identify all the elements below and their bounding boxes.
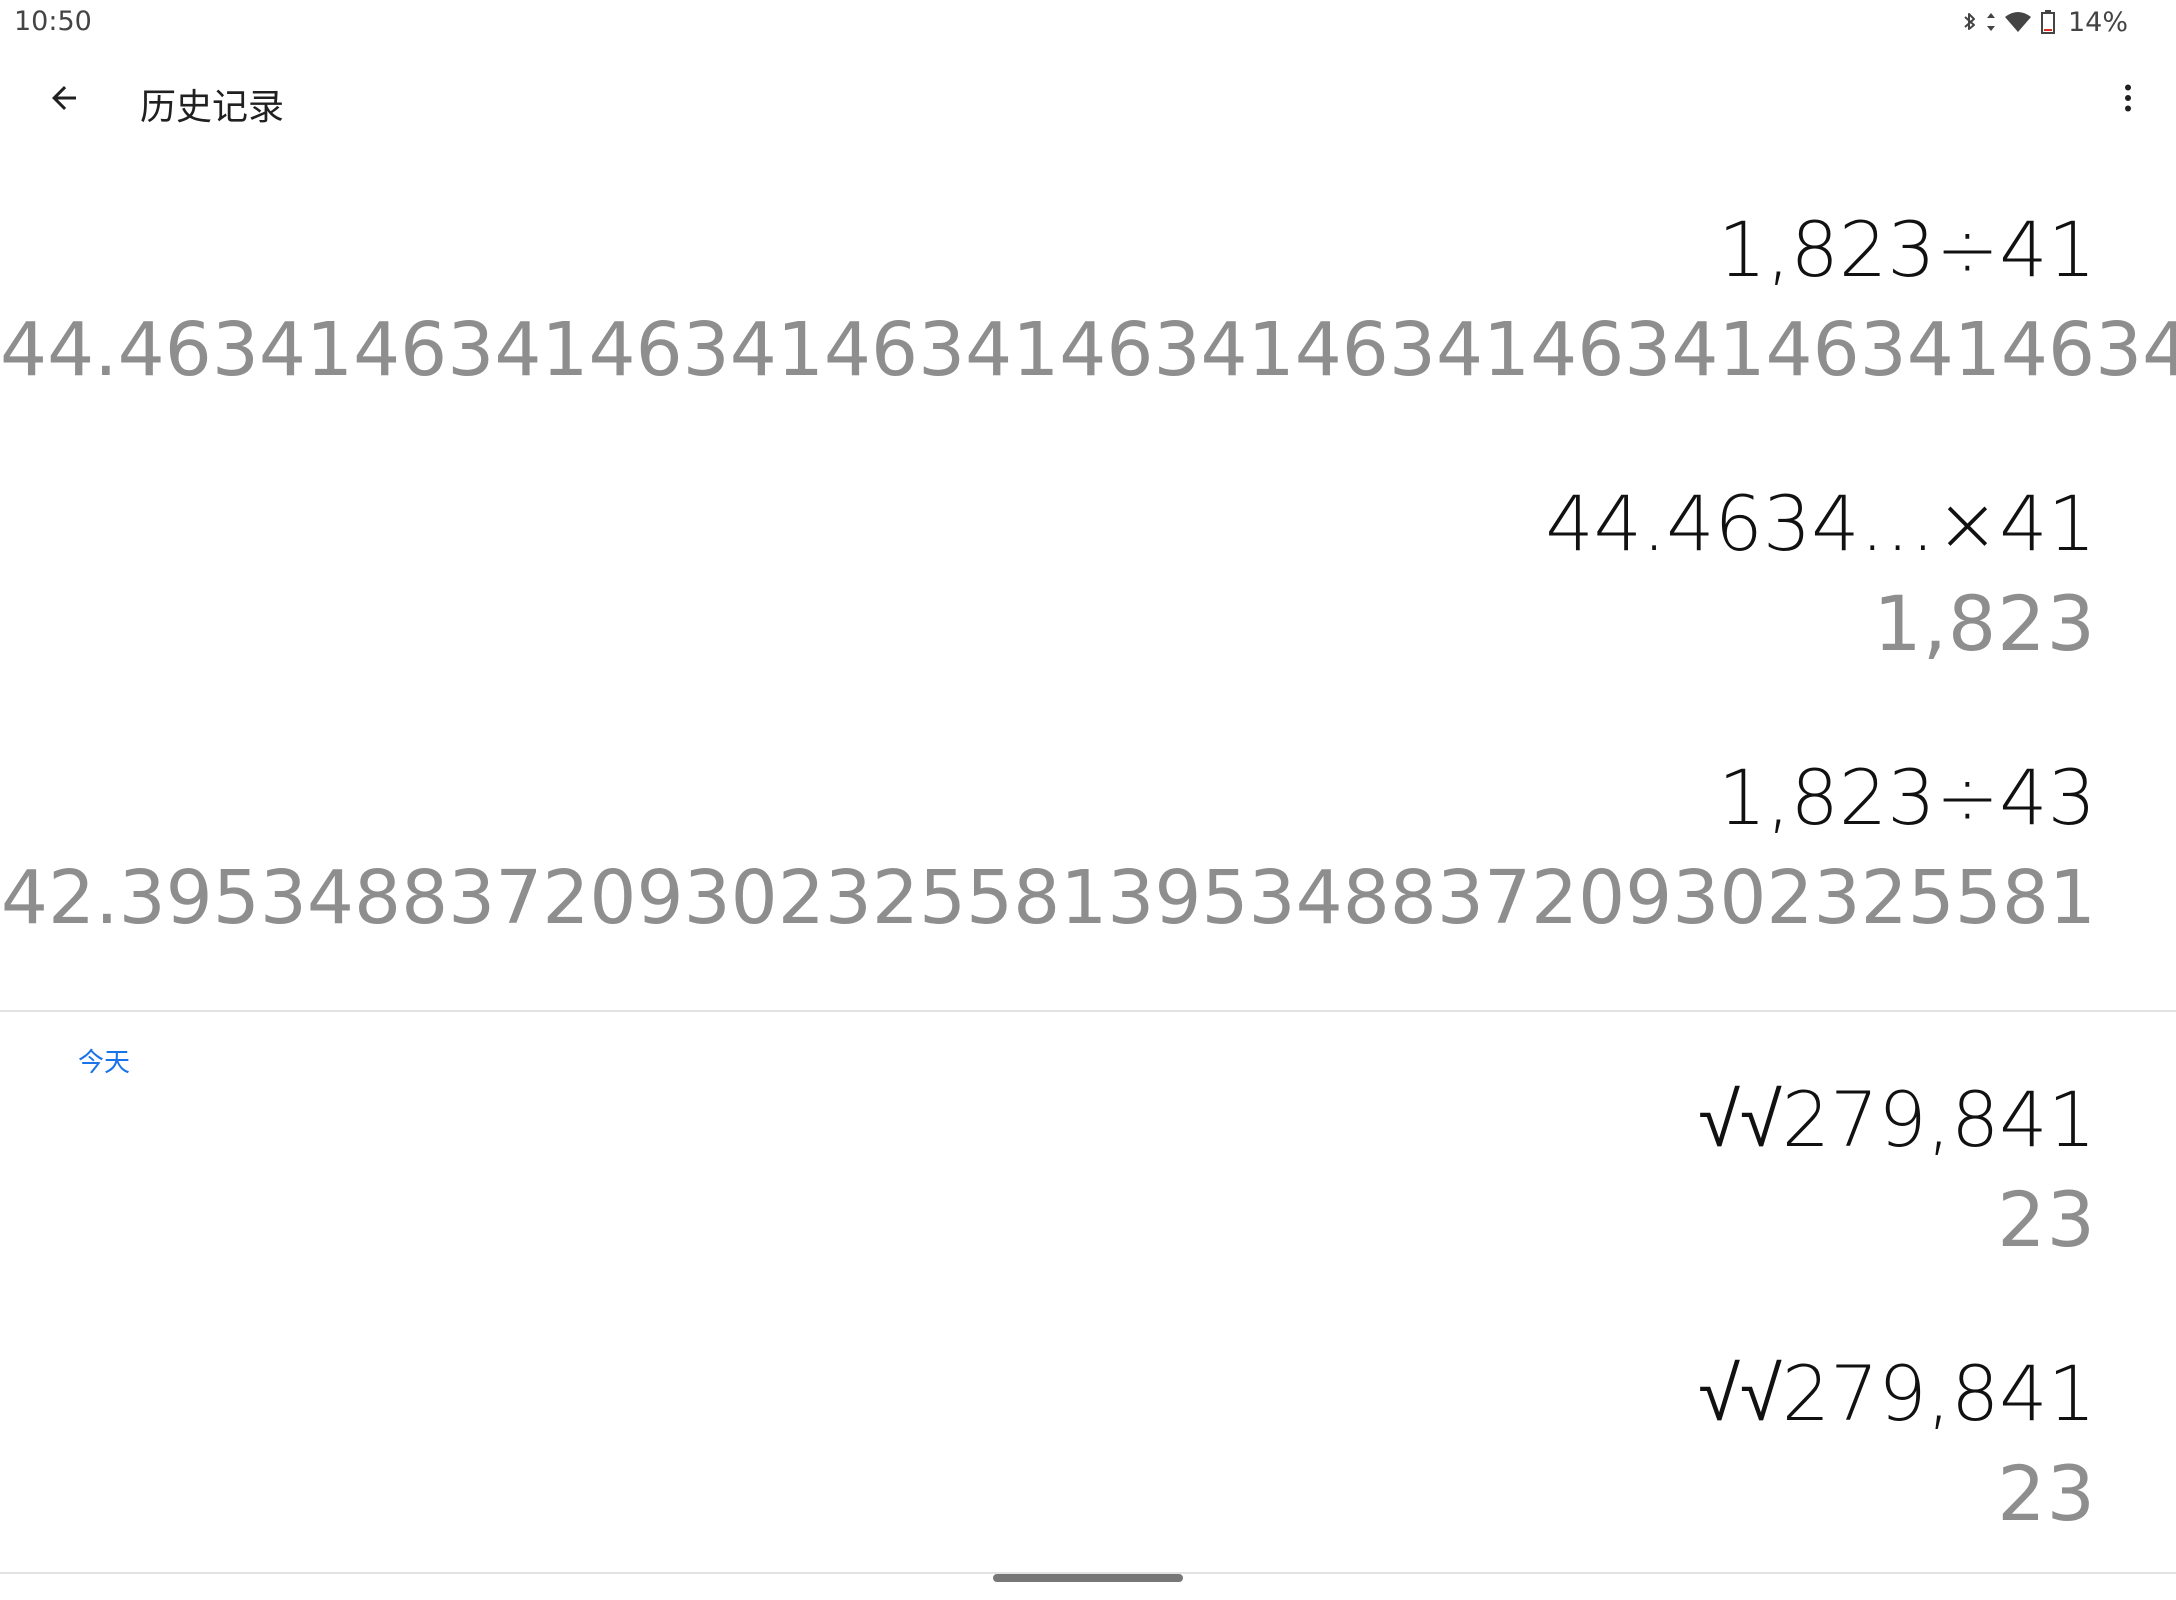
history-expression: 1,823÷41: [1718, 205, 2096, 294]
section-divider: [0, 1010, 2176, 1012]
history-list-today[interactable]: √√279,841 23 √√279,841 23: [0, 1070, 2176, 1544]
back-button[interactable]: [36, 72, 92, 128]
page-title: 历史记录: [140, 87, 285, 128]
history-result: 1,823: [1873, 579, 2096, 668]
history-result: 23: [1997, 1175, 2096, 1264]
wifi-icon: [2004, 10, 2032, 34]
history-item[interactable]: 1,823÷43 42.3953488372093023255813953488…: [0, 748, 2176, 948]
more-vert-icon: [2110, 80, 2146, 121]
history-expression: √√279,841: [1698, 1349, 2096, 1438]
bluetooth-icon: [1962, 10, 1978, 34]
history-list[interactable]: 1,823÷41 44.4634146341463414634146341463…: [0, 200, 2176, 948]
history-result: 42.3953488372093023255813953488372093023…: [0, 855, 2096, 941]
history-expression: 44.4634…×41: [1545, 479, 2096, 568]
gesture-nav-handle[interactable]: [993, 1574, 1183, 1582]
more-options-button[interactable]: [2100, 72, 2156, 128]
battery-icon: [2040, 9, 2056, 35]
history-result: 23: [1997, 1449, 2096, 1538]
history-result: 44.4634146341463414634146341463414634146…: [0, 307, 2176, 393]
app-bar: 历史记录: [0, 56, 2176, 144]
history-item[interactable]: 44.4634…×41 1,823: [0, 474, 2176, 674]
status-bar: 10:50 14%: [0, 0, 2176, 44]
history-expression: √√279,841: [1698, 1075, 2096, 1164]
history-item[interactable]: √√279,841 23: [0, 1344, 2176, 1544]
data-arrows-icon: [1986, 10, 1996, 34]
history-expression: 1,823÷43: [1718, 753, 2096, 842]
status-icons: 14%: [1962, 6, 2128, 38]
status-time: 10:50: [14, 6, 92, 37]
history-item[interactable]: √√279,841 23: [0, 1070, 2176, 1270]
history-item[interactable]: 1,823÷41 44.4634146341463414634146341463…: [0, 200, 2176, 400]
arrow-back-icon: [46, 80, 82, 121]
battery-percent: 14%: [2067, 6, 2128, 38]
calculator-history-screen: 10:50 14% 历史记录 1,823÷41 44.4634146341463…: [0, 0, 2176, 1600]
